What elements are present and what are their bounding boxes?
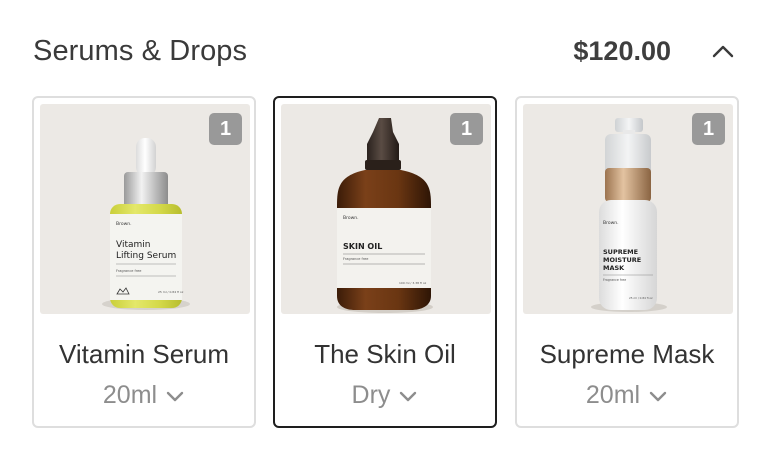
bottle-brand-text: Brown. (116, 221, 132, 227)
bottle-volume-text: 25 ml / 0.84 fl oz (158, 290, 184, 294)
variant-value: 20ml (585, 381, 641, 409)
section-title: Serums & Drops (33, 35, 248, 67)
product-name: The Skin Oil (314, 339, 456, 369)
variant-selector[interactable]: 20ml (34, 380, 254, 410)
bottle-label-text: Lifting Serum (116, 251, 176, 261)
bottle-label-text: Vitamin (116, 240, 150, 250)
quantity-badge: 1 (692, 113, 725, 145)
bottle-brand-text: Brown. (343, 215, 359, 221)
variant-selector[interactable]: 20ml (517, 380, 737, 410)
variant-value: 20ml (102, 381, 158, 409)
variant-selector[interactable]: Dry (275, 380, 495, 410)
bottle-label-text: MASK (603, 264, 625, 272)
product-card-supreme-mask[interactable]: Brown. SUPREME MOISTURE MASK Fragrance f… (515, 96, 739, 428)
variant-value: Dry (351, 381, 391, 409)
chevron-down-icon (165, 389, 185, 403)
section-price: $120.00 (573, 36, 671, 66)
chevron-down-icon (398, 389, 418, 403)
section-header: Serums & Drops $120.00 (0, 0, 776, 100)
bottle-small-text: Fragrance free (603, 278, 626, 282)
product-name: Supreme Mask (539, 339, 715, 369)
bottle-small-text: Fragrance free (343, 257, 368, 261)
bottle-brand-text: Brown. (603, 220, 619, 226)
product-image: Brown. SUPREME MOISTURE MASK Fragrance f… (523, 104, 733, 314)
chevron-down-icon (648, 389, 668, 403)
product-image: Brown. Vitamin Lifting Serum Fragrance f… (40, 104, 250, 314)
chevron-up-icon (712, 44, 734, 58)
quantity-badge: 1 (209, 113, 242, 145)
bottle-volume-text: 100 ml / 3.38 fl oz (399, 281, 427, 285)
bottle-label-text: SKIN OIL (343, 242, 382, 251)
bottle-label-text: MOISTURE (603, 256, 641, 264)
bottle-volume-text: 25 ml / 0.84 fl oz (629, 296, 653, 300)
product-image: Brown. SKIN OIL Fragrance free 100 ml / … (281, 104, 491, 314)
product-card-vitamin-serum[interactable]: Brown. Vitamin Lifting Serum Fragrance f… (32, 96, 256, 428)
quantity-badge: 1 (450, 113, 483, 145)
product-card-skin-oil[interactable]: Brown. SKIN OIL Fragrance free 100 ml / … (273, 96, 497, 428)
product-cards: Brown. Vitamin Lifting Serum Fragrance f… (32, 96, 742, 430)
collapse-toggle-button[interactable] (706, 36, 740, 66)
product-name: Vitamin Serum (58, 339, 230, 369)
bottle-label-text: SUPREME (603, 248, 638, 256)
bottle-small-text: Fragrance free (116, 269, 141, 273)
